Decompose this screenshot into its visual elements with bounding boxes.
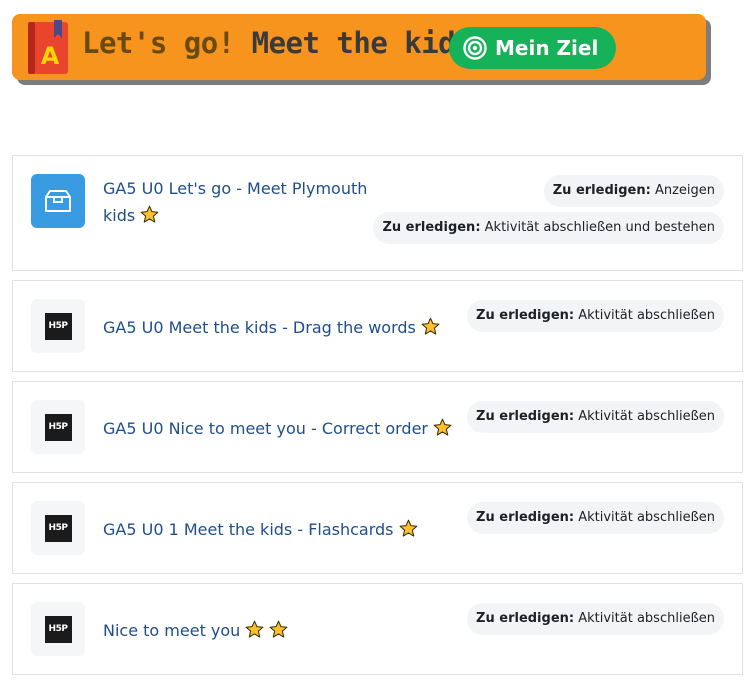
banner-title: Let's go! Meet the kids: [82, 26, 473, 60]
completion-requirement: Aktivität abschließen: [578, 611, 715, 626]
activity-card: H5P Nice to meet you Zu erledigen: Aktiv…: [12, 583, 743, 675]
completion-prefix: Zu erledigen:: [552, 183, 651, 198]
activity-name: Nice to meet you: [103, 621, 241, 640]
activity-link[interactable]: GA5 U0 Meet the kids - Drag the words: [103, 314, 440, 341]
completion-prefix: Zu erledigen:: [382, 220, 481, 235]
activity-icon: H5P: [31, 400, 85, 454]
completion-prefix: Zu erledigen:: [476, 611, 575, 626]
activity-name: GA5 U0 1 Meet the kids - Flashcards: [103, 520, 394, 539]
completion-prefix: Zu erledigen:: [476, 308, 575, 323]
completion-badge: Zu erledigen: Aktivität abschließen: [467, 401, 724, 433]
banner-title-part2: Meet the kids: [251, 26, 473, 60]
activity-name: GA5 U0 Meet the kids - Drag the words: [103, 318, 416, 337]
h5p-icon: H5P: [44, 312, 72, 340]
activity-icon: [31, 174, 85, 228]
star-icon: [399, 519, 417, 537]
activity-card: H5P GA5 U0 Nice to meet you - Correct or…: [12, 381, 743, 473]
svg-text:A: A: [41, 42, 60, 70]
activity-icon: H5P: [31, 602, 85, 656]
banner-title-part1: Let's go!: [82, 26, 235, 60]
completion-requirement: Aktivität abschließen: [578, 308, 715, 323]
star-icon: [140, 205, 159, 223]
completion-badge: Zu erledigen: Aktivität abschließen und …: [373, 212, 724, 244]
completion-requirement: Aktivität abschließen und bestehen: [484, 220, 715, 235]
completion-requirement: Aktivität abschließen: [578, 510, 715, 525]
activity-icon: H5P: [31, 501, 85, 555]
completion-badge: Zu erledigen: Aktivität abschließen: [467, 502, 724, 534]
activity-card: H5P GA5 U0 1 Meet the kids - Flashcards …: [12, 482, 743, 574]
h5p-icon: H5P: [44, 615, 72, 643]
activity-card: GA5 U0 Let's go - Meet Plymouth kids Zu …: [12, 155, 743, 271]
completion-badge: Zu erledigen: Aktivität abschließen: [467, 603, 724, 635]
book-icon: A: [28, 20, 68, 74]
completion-requirement: Anzeigen: [654, 183, 715, 198]
activity-name: GA5 U0 Nice to meet you - Correct order: [103, 419, 428, 438]
activity-link[interactable]: GA5 U0 1 Meet the kids - Flashcards: [103, 516, 418, 543]
activity-icon: H5P: [31, 299, 85, 353]
completion-badge: Zu erledigen: Anzeigen: [543, 175, 724, 207]
box-icon: [45, 190, 71, 212]
completion-prefix: Zu erledigen:: [476, 409, 575, 424]
activity-card: H5P GA5 U0 Meet the kids - Drag the word…: [12, 280, 743, 372]
section-banner: A Let's go! Meet the kids Mein Ziel: [12, 14, 706, 80]
completion-requirement: Aktivität abschließen: [578, 409, 715, 424]
star-icon: [245, 620, 264, 638]
h5p-icon: H5P: [44, 413, 72, 441]
activity-link[interactable]: Nice to meet you: [103, 617, 288, 644]
star-icon: [421, 317, 440, 335]
completion-prefix: Zu erledigen:: [476, 510, 575, 525]
h5p-icon: H5P: [44, 514, 72, 542]
completion-badge: Zu erledigen: Aktivität abschließen: [467, 300, 724, 332]
activity-name: GA5 U0 Let's go - Meet Plymouth: [103, 179, 368, 198]
star-icon: [433, 418, 452, 436]
target-icon: [463, 36, 487, 60]
activity-link[interactable]: GA5 U0 Nice to meet you - Correct order: [103, 415, 452, 442]
goal-button[interactable]: Mein Ziel: [449, 27, 616, 69]
activity-name-line2: kids: [103, 206, 136, 225]
activity-link[interactable]: GA5 U0 Let's go - Meet Plymouth kids: [103, 175, 367, 229]
goal-button-label: Mein Ziel: [495, 36, 599, 60]
star-icon: [269, 620, 288, 638]
